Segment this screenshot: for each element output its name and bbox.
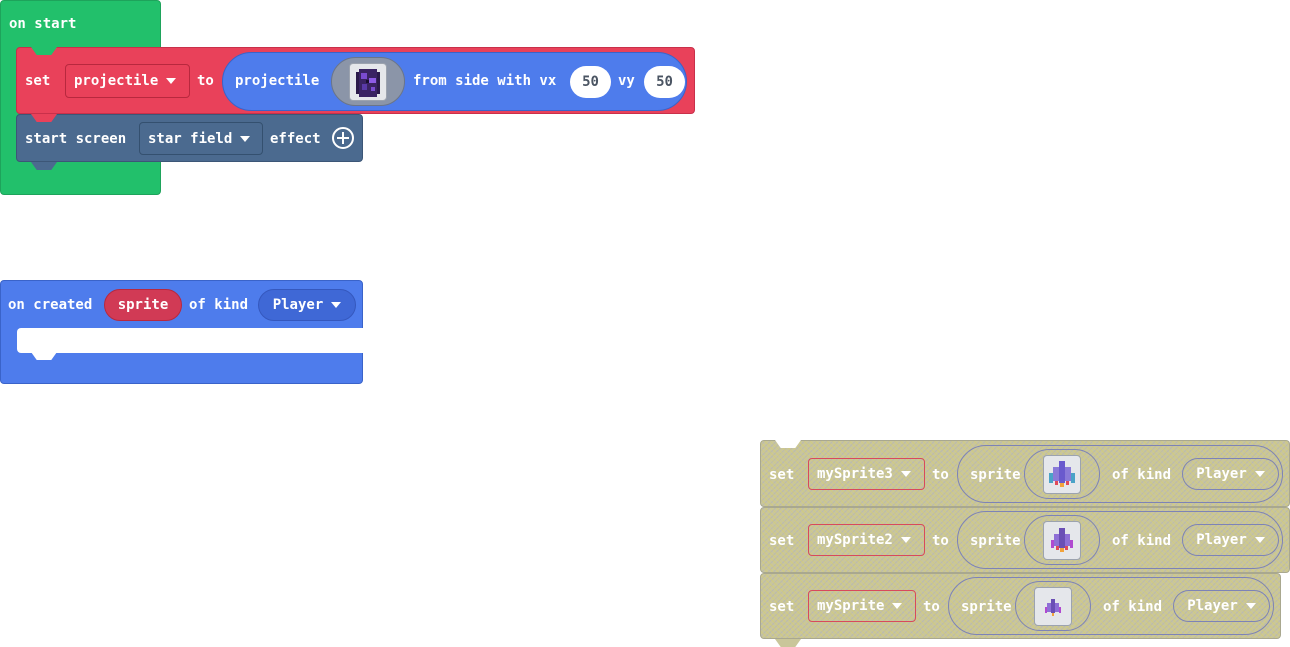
kind-dropdown[interactable]: Player (1182, 458, 1279, 490)
create-projectile-reporter[interactable]: projectile from side with vx 50 vy 50 (222, 52, 687, 111)
block-notch (31, 114, 57, 122)
projectile-image-well[interactable] (331, 57, 405, 106)
create-sprite-reporter[interactable]: sprite of kind Player (948, 577, 1274, 635)
kind-dropdown-label: Player (1196, 466, 1247, 482)
vx-input[interactable]: 50 (570, 66, 611, 98)
on-start-label: on start (9, 16, 77, 32)
on-created-block[interactable]: on created sprite of kind Player (0, 280, 363, 384)
statement-slot[interactable] (17, 328, 363, 353)
of-kind-label: of kind (1103, 599, 1163, 615)
chevron-down-icon (331, 302, 342, 308)
kind-dropdown[interactable]: Player (258, 289, 356, 321)
set-mysprite2-block[interactable]: set mySprite2 to sprite of kind Player (760, 507, 1290, 573)
variable-dropdown-mysprite[interactable]: mySprite (808, 590, 916, 622)
on-created-label: on created (8, 297, 93, 313)
projectile-label: projectile (235, 73, 320, 89)
set-label: set (769, 599, 795, 615)
set-label: set (769, 533, 795, 549)
chevron-down-icon (900, 537, 911, 543)
to-label: to (932, 467, 949, 483)
set-label: set (769, 467, 795, 483)
sprite-label: sprite (970, 467, 1021, 483)
sprite-param-pill[interactable]: sprite (104, 289, 182, 321)
block-notch (775, 440, 801, 448)
chevron-down-icon (1254, 537, 1265, 543)
of-kind-label: of kind (1112, 467, 1172, 483)
to-label: to (923, 599, 940, 615)
variable-dropdown-mysprite3[interactable]: mySprite3 (808, 458, 925, 490)
effect-label: effect (270, 131, 321, 147)
kind-dropdown-label: Player (1187, 598, 1238, 614)
variable-dropdown-label: mySprite3 (817, 466, 893, 482)
asteroid-icon (356, 69, 380, 97)
vy-label: vy (618, 73, 635, 89)
of-kind-label: of kind (1112, 533, 1172, 549)
start-screen-effect-block[interactable]: start screen star field effect (16, 114, 363, 170)
to-label: to (932, 533, 949, 549)
effect-dropdown[interactable]: star field (139, 122, 263, 155)
sprite-image-well[interactable] (1024, 449, 1100, 499)
variable-dropdown-label: projectile (74, 73, 159, 89)
kind-dropdown[interactable]: Player (1173, 590, 1270, 622)
sprite-image[interactable] (1043, 521, 1081, 560)
sprite-image-well[interactable] (1024, 515, 1100, 565)
set-mysprite-block[interactable]: set mySprite to sprite of kind Player (760, 573, 1281, 647)
start-screen-label: start screen (25, 131, 127, 147)
variable-dropdown-projectile[interactable]: projectile (65, 64, 190, 98)
sprite-image-well[interactable] (1015, 581, 1091, 631)
chevron-down-icon (1245, 603, 1256, 609)
add-icon[interactable] (332, 127, 354, 149)
set-projectile-block[interactable]: set projectile to projectile from side w… (16, 47, 695, 114)
kind-dropdown-label: Player (1196, 532, 1247, 548)
set-label: set (25, 73, 51, 89)
block-notch (31, 47, 57, 55)
sprite-image[interactable] (1043, 455, 1081, 494)
spaceship-icon (1049, 461, 1075, 487)
chevron-down-icon (166, 78, 177, 84)
variable-dropdown-mysprite2[interactable]: mySprite2 (808, 524, 925, 556)
chevron-down-icon (892, 603, 903, 609)
spaceship-icon (1051, 528, 1073, 552)
block-notch (31, 352, 57, 360)
create-sprite-reporter[interactable]: sprite of kind Player (957, 511, 1283, 569)
to-label: to (197, 73, 214, 89)
variable-dropdown-label: mySprite (817, 598, 885, 614)
vy-input[interactable]: 50 (644, 66, 685, 98)
kind-dropdown-label: Player (272, 297, 324, 313)
from-side-label: from side with vx (413, 73, 557, 89)
chevron-down-icon (240, 135, 251, 142)
of-kind-label: of kind (189, 297, 249, 313)
set-mysprite3-block[interactable]: set mySprite3 to sprite of kind Player (760, 440, 1290, 507)
chevron-down-icon (1254, 471, 1265, 477)
sprite-label: sprite (961, 599, 1012, 615)
sprite-label: sprite (970, 533, 1021, 549)
effect-dropdown-label: star field (148, 130, 233, 147)
variable-dropdown-label: mySprite2 (817, 532, 893, 548)
sprite-param-label: sprite (117, 297, 169, 313)
create-sprite-reporter[interactable]: sprite of kind Player (957, 445, 1283, 503)
projectile-image[interactable] (349, 63, 387, 101)
spaceship-icon (1045, 599, 1061, 616)
chevron-down-icon (900, 471, 911, 477)
sprite-image[interactable] (1034, 587, 1072, 626)
kind-dropdown[interactable]: Player (1182, 524, 1279, 556)
